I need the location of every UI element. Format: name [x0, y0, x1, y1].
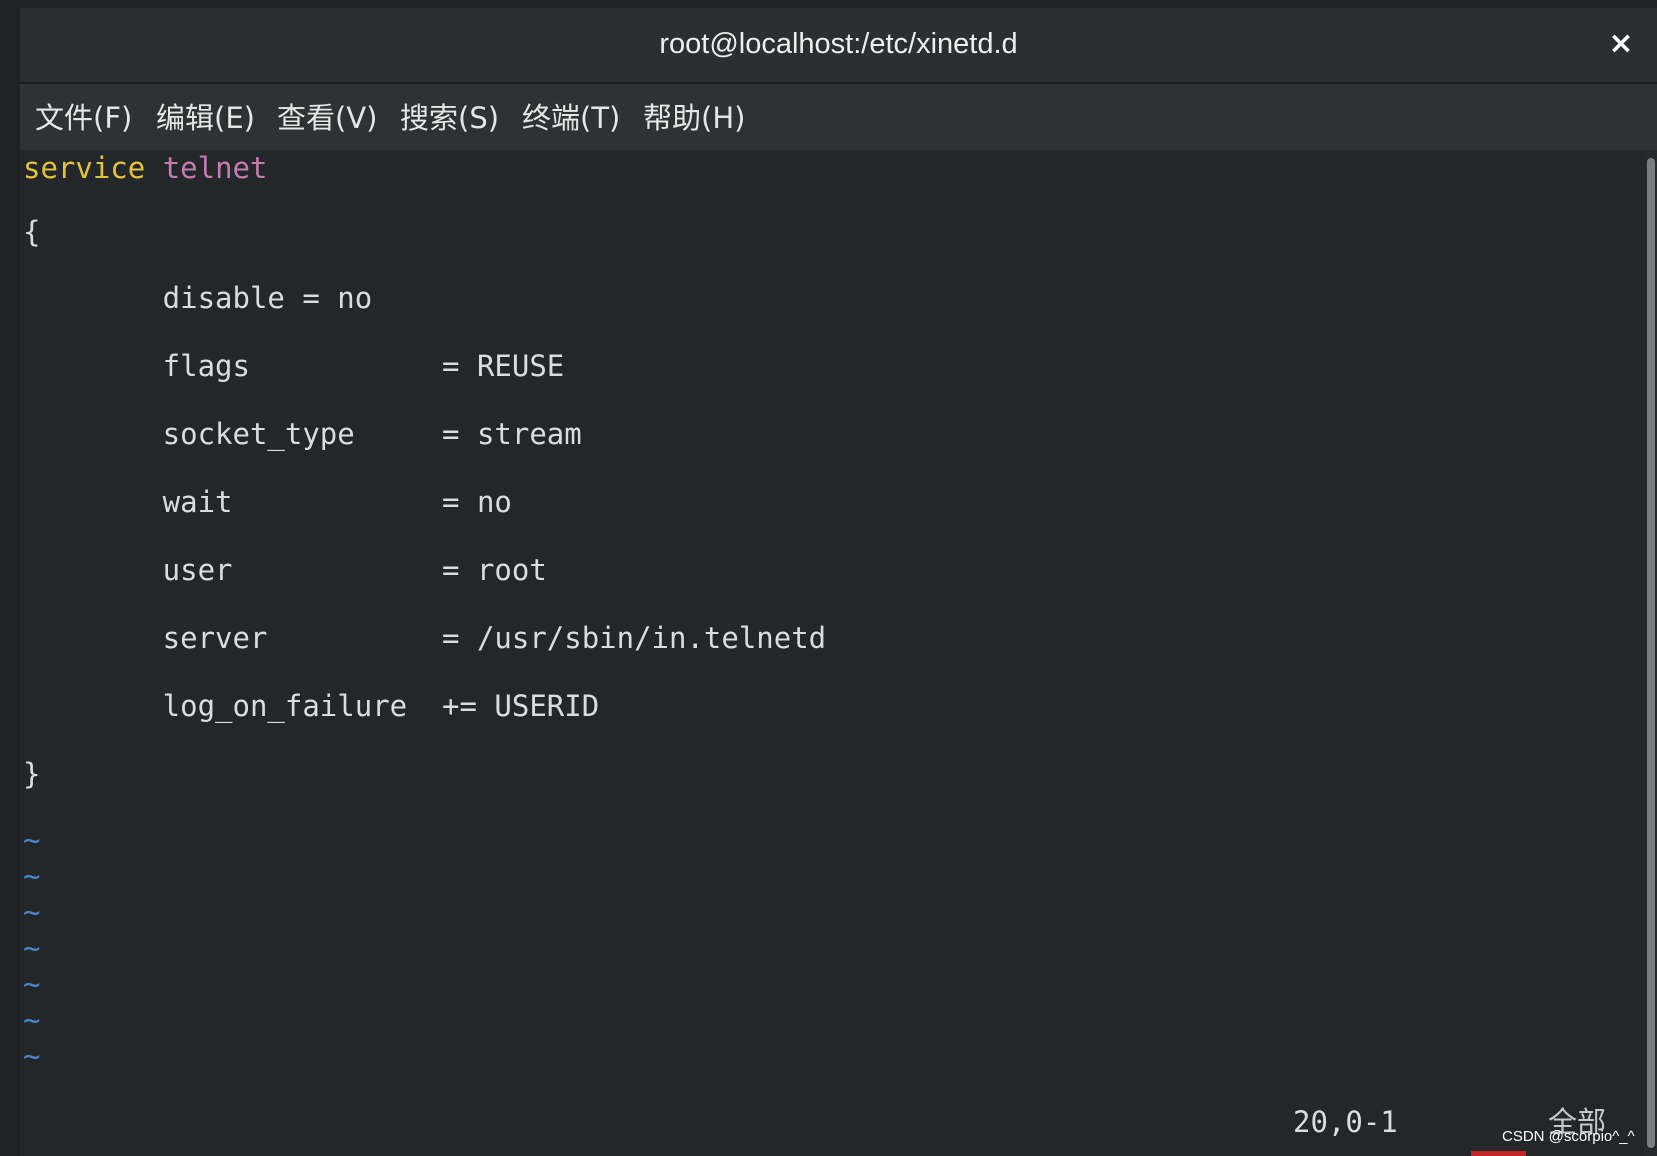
empty-line-tilde: ~ — [23, 931, 41, 965]
menu-help[interactable]: 帮助(H) — [643, 101, 745, 135]
menu-edit[interactable]: 编辑(E) — [156, 101, 255, 135]
menu-view[interactable]: 查看(V) — [277, 101, 377, 135]
terminal-window: root@localhost:/etc/xinetd.d × 文件(F) 编辑(… — [20, 8, 1657, 1156]
config-line-user: user = root — [23, 553, 547, 587]
empty-line-tilde: ~ — [23, 1039, 41, 1073]
menu-terminal[interactable]: 终端(T) — [522, 101, 620, 135]
service-keyword: service — [23, 151, 146, 185]
config-line-socket-type: socket_type = stream — [23, 417, 582, 451]
cursor-position: 20,0-1 — [1293, 1105, 1398, 1139]
menu-file[interactable]: 文件(F) — [35, 101, 132, 135]
empty-line-tilde: ~ — [23, 1003, 41, 1037]
empty-line-tilde: ~ — [23, 823, 41, 857]
close-icon[interactable]: × — [1601, 24, 1641, 64]
window-title: root@localhost:/etc/xinetd.d — [659, 28, 1018, 60]
scrollbar-thumb[interactable] — [1647, 158, 1655, 1148]
scrollbar[interactable] — [1644, 150, 1657, 1156]
service-line: service telnet — [23, 150, 267, 186]
service-name: telnet — [162, 151, 268, 185]
config-line-flags: flags = REUSE — [23, 349, 565, 383]
close-brace: } — [23, 757, 41, 791]
empty-line-tilde: ~ — [23, 967, 41, 1001]
config-line-server: server = /usr/sbin/in.telnetd — [23, 621, 827, 655]
vim-editor[interactable]: service telnet { disable = no flags = RE… — [20, 150, 1642, 1156]
config-line-wait: wait = no — [23, 485, 512, 519]
open-brace: { — [23, 215, 41, 249]
empty-line-tilde: ~ — [23, 859, 41, 893]
menu-bar: 文件(F) 编辑(E) 查看(V) 搜索(S) 终端(T) 帮助(H) — [20, 84, 1657, 150]
title-bar[interactable]: root@localhost:/etc/xinetd.d × — [20, 8, 1657, 84]
empty-line-tilde: ~ — [23, 895, 41, 929]
menu-search[interactable]: 搜索(S) — [400, 101, 499, 135]
watermark: CSDN @scorpio^_^ — [1502, 1128, 1635, 1145]
config-line-disable: disable = no — [23, 281, 373, 315]
config-line-log-on-failure: log_on_failure += USERID — [23, 689, 600, 723]
red-underline-mark — [1471, 1151, 1526, 1156]
